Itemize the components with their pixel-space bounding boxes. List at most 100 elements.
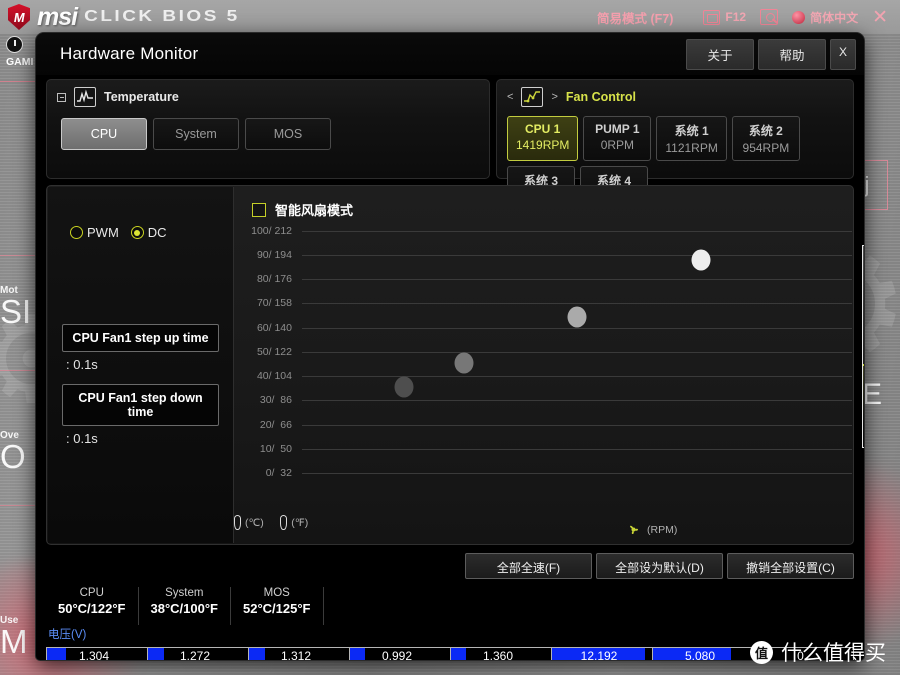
y-tick: 90/ 194 <box>256 248 292 261</box>
voltage-item-cpu-io: 1.272 CPU I/O <box>147 647 248 660</box>
fan-rpm: 954RPM <box>742 141 790 155</box>
temperature-tabs: CPU System MOS <box>47 114 489 160</box>
gridline <box>302 424 852 426</box>
tab-system[interactable]: System <box>153 118 239 150</box>
fan-name: 系统 1 <box>674 124 709 138</box>
language-button[interactable]: 简体中文 <box>792 9 858 26</box>
voltage-gauge: 12.192 <box>551 647 652 660</box>
voltage-item-cpu-gt: 0 CPU GT voltage <box>753 647 854 660</box>
voltage-value: 12.192 <box>580 649 618 660</box>
curve-point-4[interactable] <box>691 249 711 271</box>
gridline <box>302 254 852 256</box>
temperature-panel-header: Temperature <box>47 80 489 114</box>
fan-curve-panel: PWM DC CPU Fan1 step up time : 0.1s CPU … <box>46 185 864 545</box>
bios-suite-name: CLICK BIOS 5 <box>84 7 240 26</box>
fan-button-sys2[interactable]: 系统 2 954RPM <box>731 116 800 161</box>
voltage-gauge: 1.312 <box>248 647 349 660</box>
msi-shield-icon: M <box>8 4 30 30</box>
msi-logo: M msi CLICK BIOS 5 <box>0 3 240 32</box>
easy-mode-button[interactable]: 简易模式 (F7) <box>581 5 689 30</box>
fan-rpm: 1121RPM <box>665 141 718 155</box>
step-down-time-button[interactable]: CPU Fan1 step down time <box>62 384 219 426</box>
camera-icon <box>703 9 721 25</box>
fan-control-panel-title: Fan Control <box>565 90 637 104</box>
smart-fan-mode-row: 智能风扇模式 <box>234 187 852 219</box>
language-label: 简体中文 <box>810 10 859 25</box>
celsius-unit: (℃) <box>234 515 264 530</box>
expand-icon[interactable] <box>57 92 66 102</box>
temp-summary-mos: MOS 52°C/125°F <box>231 587 324 625</box>
globe-icon <box>792 10 806 24</box>
next-arrow-icon[interactable]: > <box>551 91 557 103</box>
temp-value: 38°C/100°F <box>150 601 219 616</box>
cancel-all-button[interactable]: 撤销全部设置(C) <box>727 553 854 579</box>
fahrenheit-unit: (℉) <box>280 515 308 530</box>
prev-arrow-icon[interactable]: < <box>507 91 513 103</box>
help-button[interactable]: 帮助 <box>758 38 826 70</box>
smart-fan-mode-label: 智能风扇模式 <box>275 203 354 218</box>
gridline <box>302 351 852 353</box>
temperature-graph-icon <box>74 87 96 107</box>
curve-point-3[interactable] <box>567 306 587 328</box>
fan-button-cpu1[interactable]: CPU 1 1419RPM <box>507 116 579 161</box>
bg-right-text: E <box>861 378 882 411</box>
voltage-gauge: 1.304 <box>46 647 147 660</box>
page-title: Hardware Monitor <box>60 44 199 63</box>
radio-pwm[interactable] <box>70 226 83 239</box>
temp-summary-system: System 38°C/100°F <box>139 587 231 625</box>
voltage-header: 电压(V) <box>48 629 87 641</box>
voltage-value: 1.272 <box>179 649 211 660</box>
dialog-body: Temperature CPU System MOS < > Fan Contr… <box>46 75 864 660</box>
fan-graph-icon <box>521 87 544 107</box>
celsius-label: (℃) <box>245 516 264 529</box>
fan-control-panel: < > Fan Control CPU 1 1419RPM PUMP 1 0RP… <box>496 79 854 211</box>
default-all-button[interactable]: 全部设为默认(D) <box>596 553 723 579</box>
curve-point-2[interactable] <box>454 352 474 374</box>
fan-icon <box>626 522 641 537</box>
fan-button-sys1[interactable]: 系统 1 1121RPM <box>656 116 727 161</box>
temp-value: 52°C/125°F <box>243 601 311 616</box>
current-rpm-marker <box>863 364 864 445</box>
tab-mos[interactable]: MOS <box>245 118 331 150</box>
clock-icon <box>6 36 23 53</box>
voltage-row-1: 1.304 CPU核心 1.272 CPU I/O <box>46 647 860 660</box>
hardware-monitor-dialog: Hardware Monitor 关于 帮助 X Temperature CPU… <box>36 33 864 660</box>
voltage-item-sys5v: 5.080 系统/5V <box>652 647 753 660</box>
voltage-item-cpu-sa: 1.312 CPU SA <box>248 647 349 660</box>
gridline <box>302 448 852 450</box>
chart-axis-units: (℃) (℉) <box>234 515 852 537</box>
full-speed-all-button[interactable]: 全部全速(F) <box>465 553 592 579</box>
search-icon[interactable] <box>760 9 779 25</box>
fan-curve-chart: 100/ 212 90/ 194 80/ 176 70/ 158 60/ 140… <box>234 225 852 483</box>
fan-curve-plot-area: 智能风扇模式 100/ 212 90/ 194 80/ 176 70/ 158 … <box>234 187 864 543</box>
chart-plot[interactable] <box>302 225 852 483</box>
curve-point-1[interactable] <box>394 376 414 398</box>
fan-rpm: 0RPM <box>600 138 635 152</box>
voltage-value: 0.992 <box>381 649 413 660</box>
temperature-summary: CPU 50°C/122°F System 38°C/100°F MOS 52°… <box>46 587 366 625</box>
smart-fan-mode-checkbox[interactable] <box>252 202 266 217</box>
about-button[interactable]: 关于 <box>686 38 754 70</box>
close-icon[interactable]: ✕ <box>872 8 888 27</box>
tab-cpu[interactable]: CPU <box>61 118 147 150</box>
step-up-time-button[interactable]: CPU Fan1 step up time <box>62 324 219 352</box>
y-tick: 0/ 32 <box>265 467 292 480</box>
rpm-unit: (RPM) <box>626 522 677 537</box>
gridline <box>302 376 852 378</box>
fan-settings-column: PWM DC CPU Fan1 step up time : 0.1s CPU … <box>48 187 234 543</box>
bios-left-nav: GAMI <box>0 34 40 82</box>
radio-dc[interactable] <box>130 226 144 239</box>
y-tick: 40/ 104 <box>256 370 292 383</box>
voltage-value: 1.304 <box>78 649 110 660</box>
fan-control-panel-header: < > Fan Control <box>497 80 853 114</box>
voltage-panel: 电压(V) 1.304 CPU核心 1.272 <box>46 626 860 660</box>
voltage-gauge: 1.272 <box>147 647 248 660</box>
close-button[interactable]: X <box>830 38 856 70</box>
topbar-actions: 简易模式 (F7) F12 简体中文 ✕ <box>581 0 900 34</box>
gridline <box>302 400 852 402</box>
gridline <box>302 279 852 281</box>
voltage-value: 0 <box>797 649 804 660</box>
screenshot-button[interactable]: F12 <box>703 9 747 25</box>
screenshot-key-label: F12 <box>725 10 747 24</box>
fan-button-pump1[interactable]: PUMP 1 0RPM <box>583 116 652 161</box>
